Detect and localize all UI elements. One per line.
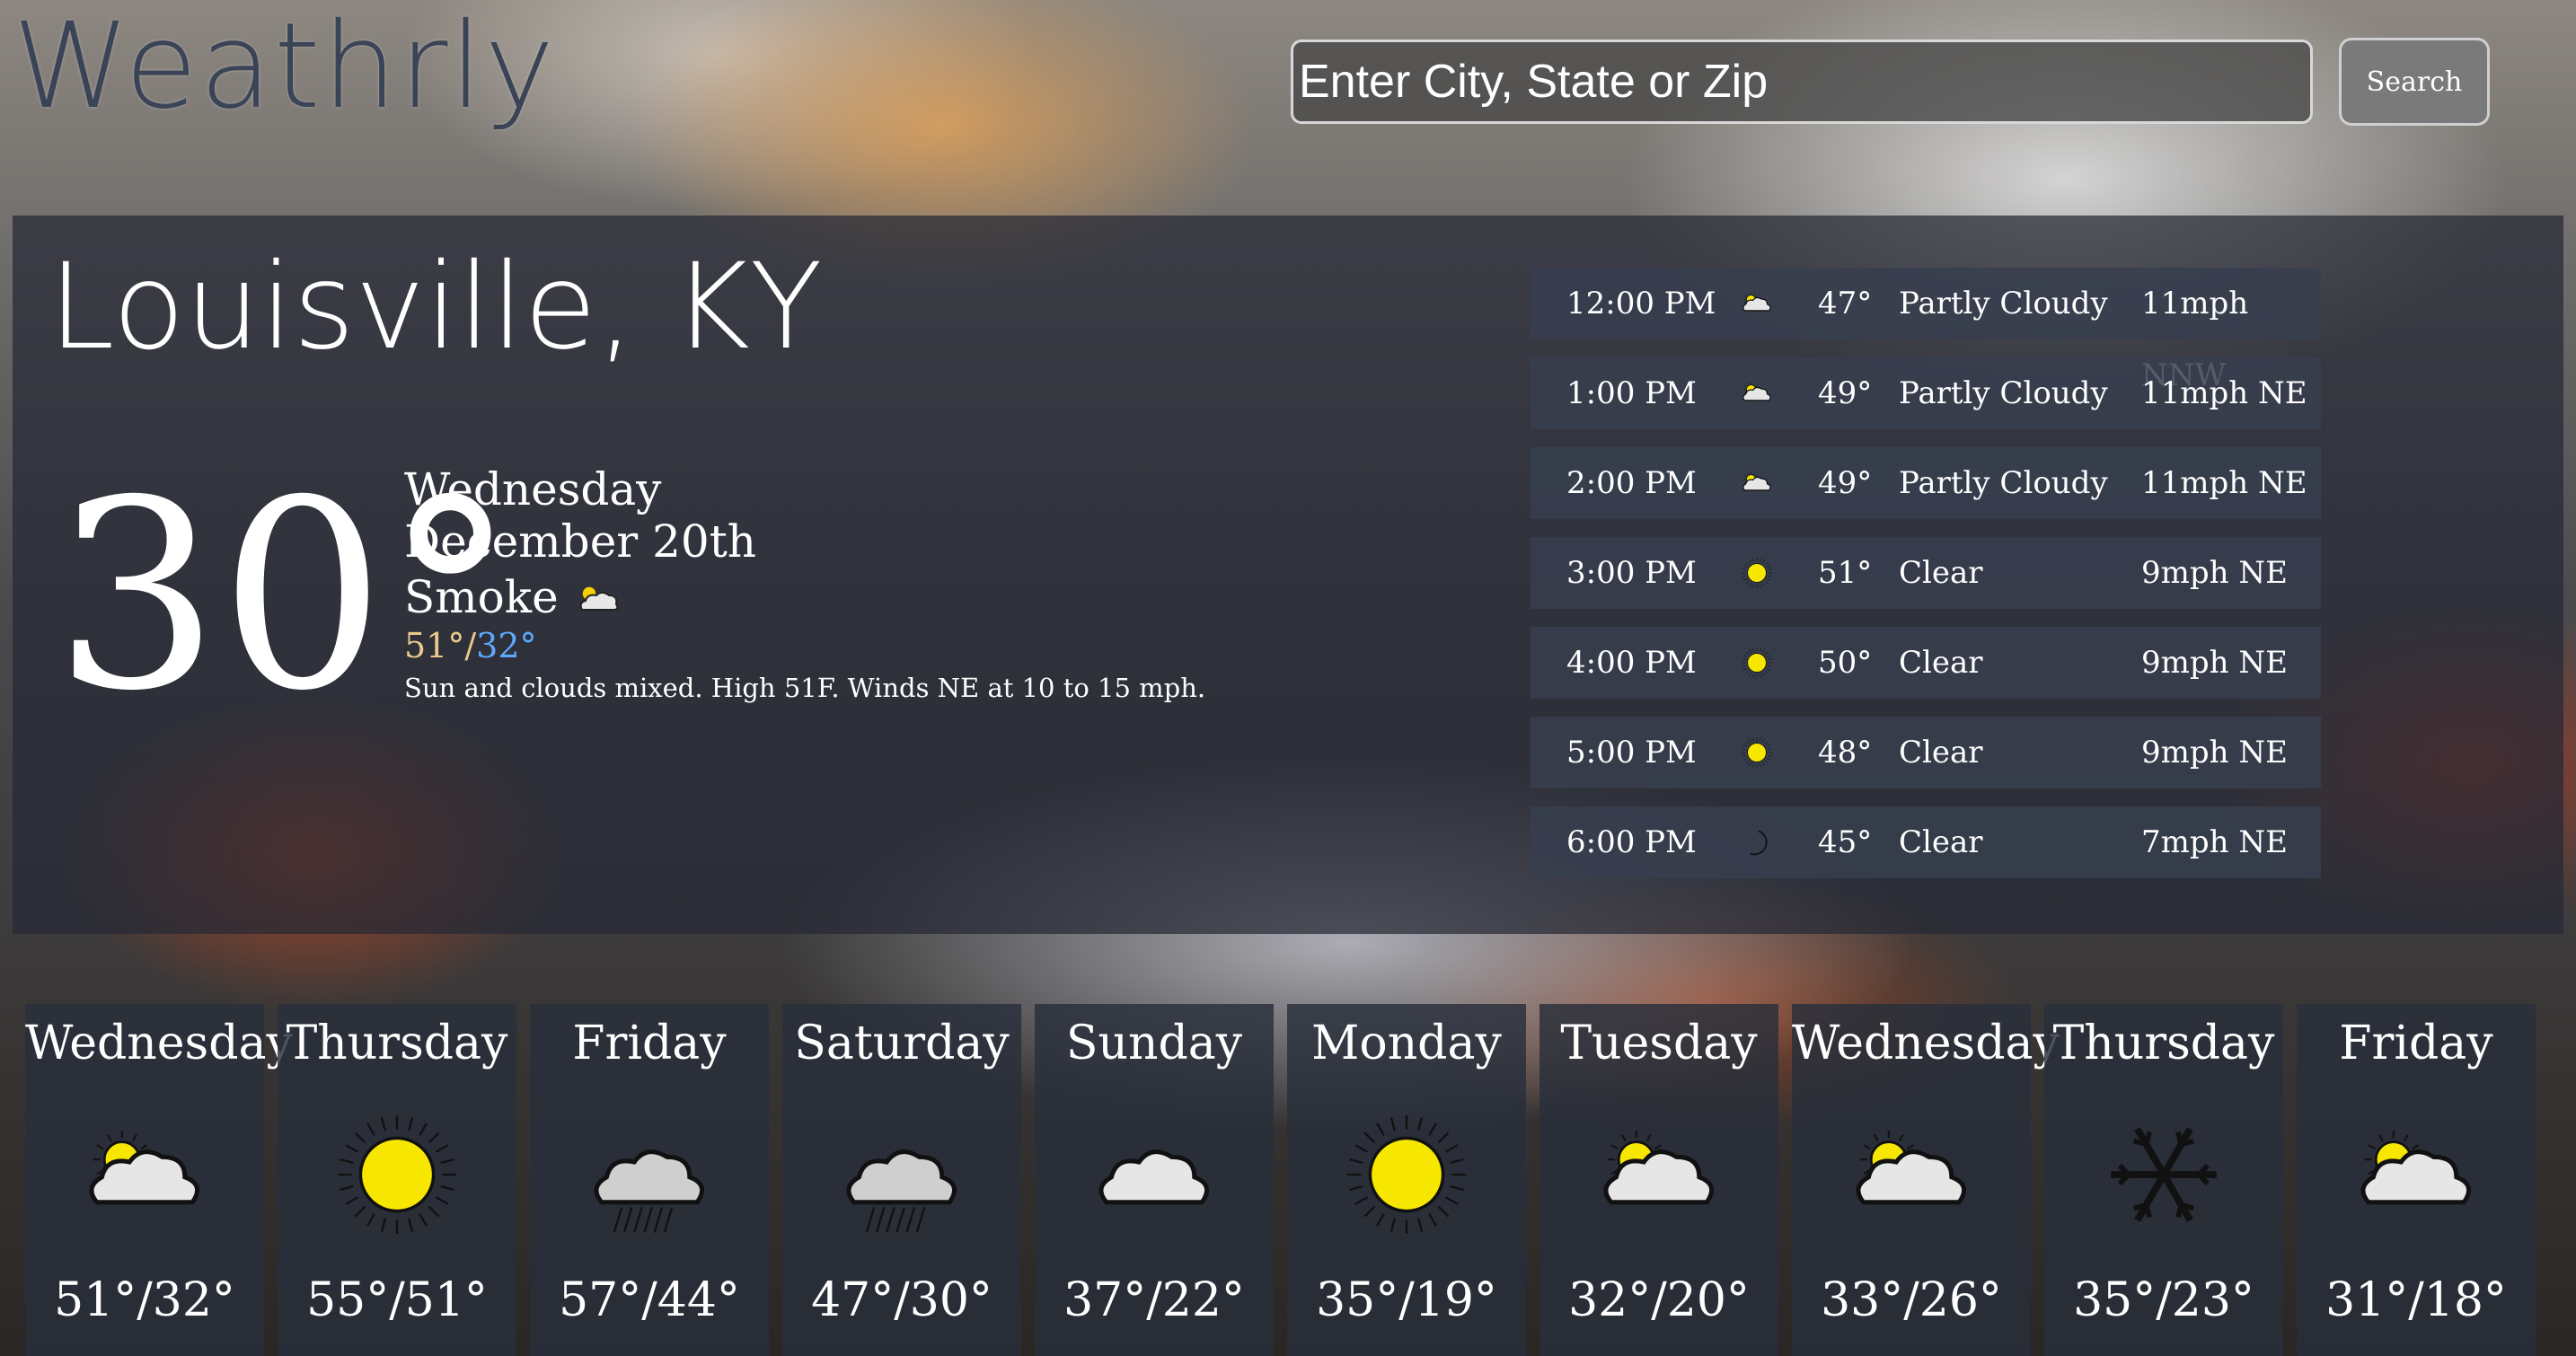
day-high-low: 31°/18°: [2325, 1273, 2507, 1327]
sun-icon: [1741, 647, 1773, 679]
current-condition: Smoke: [404, 571, 1205, 623]
sun-icon: [1344, 1112, 1469, 1237]
day-name: Friday: [572, 1017, 727, 1070]
day-name: Friday: [2339, 1017, 2493, 1070]
hourly-forecast: 12:00 PM47°Partly Cloudy11mph NNW1:00 PM…: [1531, 268, 2321, 896]
day-card: Friday 57°/44°: [530, 1004, 769, 1356]
day-card: Wednesday 33°/26°: [1792, 1004, 2060, 1356]
current-summary: Sun and clouds mixed. High 51F. Winds NE…: [404, 673, 1206, 703]
hourly-wind: 9mph NE: [2141, 645, 2288, 681]
day-card: Sunday 37°/22°: [1035, 1004, 1274, 1356]
partly-cloudy-icon: [1741, 467, 1773, 499]
day-name: Wednesday: [1792, 1017, 2060, 1070]
hourly-time: 3:00 PM: [1566, 555, 1697, 591]
snow-icon: [2101, 1112, 2227, 1237]
day-high-low: 47°/30°: [811, 1273, 992, 1327]
hourly-row: 3:00 PM 51° Clear 9mph NE: [1531, 537, 2321, 609]
hourly-row: 4:00 PM 50° Clear 9mph NE: [1531, 627, 2321, 699]
day-card: Thursday 55°/51°: [278, 1004, 516, 1356]
day-card: Monday 35°/19°: [1287, 1004, 1526, 1356]
partly-cloudy-icon: [1741, 377, 1773, 409]
hourly-wind: 7mph NE: [2141, 824, 2288, 860]
hourly-temp: 49°: [1818, 375, 1873, 411]
hourly-condition: Clear: [1899, 735, 1983, 770]
day-name: Monday: [1311, 1017, 1502, 1070]
city-name: Louisville, KY: [49, 238, 823, 376]
hourly-time: 1:00 PM: [1566, 375, 1697, 411]
day-name: Sunday: [1065, 1017, 1243, 1070]
hourly-time: 4:00 PM: [1566, 645, 1697, 681]
day-high-low: 37°/22°: [1063, 1273, 1245, 1327]
day-high-low: 35°/19°: [1316, 1273, 1497, 1327]
hourly-wind: 11mph NE: [2141, 375, 2307, 411]
hourly-row: 2:00 PM 49° Partly Cloudy 11mph NE: [1531, 447, 2321, 519]
hourly-condition: Clear: [1899, 645, 1983, 681]
current-high-low: 51°/32°: [404, 629, 1205, 670]
sun-icon: [1741, 736, 1773, 769]
hourly-temp: 50°: [1818, 645, 1873, 681]
partly-cloudy-icon: [2353, 1112, 2479, 1237]
hourly-temp: 51°: [1818, 555, 1873, 591]
day-name: Thursday: [2052, 1017, 2275, 1070]
hourly-temp: 47°: [1818, 286, 1873, 321]
hourly-row: 1:00 PM 49° Partly Cloudy 11mph NE: [1531, 357, 2321, 429]
partly-cloudy-icon: [1596, 1112, 1722, 1237]
high-low-separator: /: [464, 626, 477, 665]
hourly-temp: 48°: [1818, 735, 1873, 770]
cloud-icon: [1091, 1112, 1217, 1237]
hourly-condition: Partly Cloudy: [1899, 465, 2108, 501]
hourly-time: 12:00 PM: [1566, 286, 1716, 321]
hourly-row: 5:00 PM 48° Clear 9mph NE: [1531, 717, 2321, 788]
day-name: Saturday: [794, 1017, 1010, 1070]
hourly-temp: 49°: [1818, 465, 1873, 501]
day-card: Thursday 35°/23°: [2044, 1004, 2283, 1356]
hourly-time: 5:00 PM: [1566, 735, 1697, 770]
rain-icon: [587, 1112, 712, 1237]
hourly-row: 12:00 PM47°Partly Cloudy11mph NNW: [1531, 268, 2321, 393]
day-high-low: 51°/32°: [54, 1273, 235, 1327]
day-card: Wednesday 51°/32°: [25, 1004, 293, 1356]
app-logo[interactable]: Weathrly: [13, 7, 556, 126]
hourly-wind: 9mph NE: [2141, 555, 2288, 591]
moon-icon: [1741, 826, 1773, 859]
partly-cloudy-icon: [579, 586, 618, 611]
search-input[interactable]: [1291, 40, 2313, 124]
hourly-time: 2:00 PM: [1566, 465, 1697, 501]
search-button[interactable]: Search: [2339, 38, 2490, 126]
current-date: December 20th: [404, 515, 756, 568]
day-name: Wednesday: [25, 1017, 293, 1070]
hourly-row: 6:00 PM 45° Clear 7mph NE: [1531, 806, 2321, 878]
current-low: 32°: [476, 626, 537, 665]
current-day: Wednesday: [404, 463, 662, 515]
hourly-condition: Clear: [1899, 555, 1983, 591]
partly-cloudy-icon: [82, 1112, 207, 1237]
rain-icon: [839, 1112, 965, 1237]
hourly-temp: 45°: [1818, 824, 1873, 860]
current-high: 51°: [404, 626, 465, 665]
sun-icon: [1741, 557, 1773, 589]
day-high-low: 35°/23°: [2073, 1273, 2254, 1327]
hourly-time: 6:00 PM: [1566, 824, 1697, 860]
current-condition-label: Smoke: [404, 571, 559, 623]
day-card: Tuesday 32°/20°: [1539, 1004, 1778, 1356]
hourly-condition: Partly Cloudy: [1899, 286, 2108, 321]
hourly-wind: 9mph NE: [2141, 735, 2288, 770]
day-card: Saturday 47°/30°: [782, 1004, 1021, 1356]
hourly-wind: 11mph NE: [2141, 465, 2307, 501]
partly-cloudy-icon: [1741, 287, 1773, 320]
hourly-condition: Clear: [1899, 824, 1983, 860]
partly-cloudy-icon: [1848, 1112, 1974, 1237]
day-name: Tuesday: [1560, 1017, 1758, 1070]
day-name: Thursday: [286, 1017, 508, 1070]
current-details: Wednesday December 20th Smoke 51°/32° Su…: [404, 467, 1205, 701]
day-card: Friday 31°/18°: [2297, 1004, 2536, 1356]
day-high-low: 57°/44°: [559, 1273, 740, 1327]
day-high-low: 55°/51°: [306, 1273, 488, 1327]
sun-icon: [334, 1112, 460, 1237]
day-high-low: 32°/20°: [1568, 1273, 1750, 1327]
day-high-low: 33°/26°: [1821, 1273, 2002, 1327]
hourly-condition: Partly Cloudy: [1899, 375, 2108, 411]
